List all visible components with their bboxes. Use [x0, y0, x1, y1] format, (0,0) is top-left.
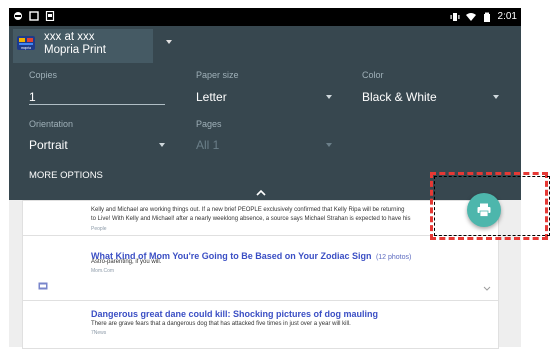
status-time: 2:01: [497, 11, 517, 22]
color-dropdown-icon[interactable]: [493, 95, 499, 99]
vibrate-icon: [450, 12, 460, 21]
copies-underline: [29, 104, 165, 105]
status-right-icons: 2:01: [450, 11, 517, 22]
news-snippet: There are grave fears that a dangerous d…: [91, 321, 351, 327]
printer-name-line1: xxx at xxx: [44, 31, 95, 43]
pages-dropdown-icon[interactable]: [326, 143, 332, 147]
pages-select[interactable]: All 1: [196, 138, 219, 152]
news-snippet: Astro-parenting, if you will.: [91, 259, 162, 265]
mopria-logo-text: mopria: [21, 46, 31, 50]
chevron-up-icon[interactable]: [256, 189, 266, 196]
screenshot-icon: [29, 11, 39, 21]
news-card[interactable]: Dangerous great dane could kill: Shockin…: [22, 300, 499, 349]
expand-chevron-icon[interactable]: [483, 286, 491, 291]
status-bar: 2:01: [9, 8, 521, 26]
paper-size-select[interactable]: Letter: [196, 90, 227, 104]
more-options-button[interactable]: MORE OPTIONS: [29, 170, 103, 181]
status-left-icons: [13, 11, 55, 21]
printer-name-line2: Mopria Print: [44, 44, 106, 56]
orientation-dropdown-icon[interactable]: [159, 143, 165, 147]
news-source: 7News: [91, 330, 107, 336]
photo-gallery-icon: [38, 282, 48, 290]
news-source: Mom.Com: [91, 268, 115, 274]
notification-icon: [14, 12, 22, 20]
image-icon: [45, 11, 55, 21]
wifi-icon: [465, 12, 476, 21]
news-snippet-line2: to Live! With Kelly and Michael! after a…: [91, 216, 411, 222]
news-snippet-line1: Kelly and Michael are working things out…: [91, 207, 405, 213]
orientation-select[interactable]: Portrait: [29, 138, 68, 152]
orientation-label: Orientation: [29, 119, 74, 129]
news-source: People: [91, 226, 107, 232]
paper-size-dropdown-icon[interactable]: [326, 95, 332, 99]
printer-name: xxx at xxx Mopria Print: [44, 31, 106, 57]
copies-input[interactable]: 1: [29, 90, 36, 104]
battery-icon: [483, 12, 490, 22]
mopria-printer-icon: mopria: [17, 36, 35, 50]
color-label: Color: [362, 70, 384, 80]
pages-label: Pages: [196, 119, 222, 129]
printer-dropdown-icon[interactable]: [166, 40, 172, 44]
news-card[interactable]: What Kind of Mom You're Going to Be Base…: [22, 235, 499, 301]
highlight-box-black: [434, 176, 550, 236]
copies-label: Copies: [29, 70, 58, 80]
color-select[interactable]: Black & White: [362, 90, 437, 104]
news-photo-count: (12 photos): [375, 254, 412, 261]
news-card-partial[interactable]: Kelly and Michael are working things out…: [22, 200, 499, 236]
news-headline: Dangerous great dane could kill: Shockin…: [91, 309, 379, 319]
paper-size-label: Paper size: [196, 70, 239, 80]
